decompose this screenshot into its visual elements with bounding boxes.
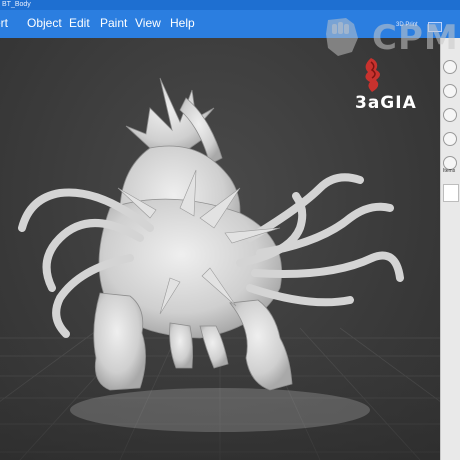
- panel-tool-button[interactable]: [443, 132, 457, 146]
- dragon-logo-icon: [365, 58, 380, 92]
- panel-tool-button[interactable]: [443, 60, 457, 74]
- menu-insert[interactable]: ert: [0, 15, 8, 31]
- model-reflection: [70, 388, 370, 432]
- tool-panel: Items: [440, 38, 460, 460]
- window-title: BT_Body: [2, 1, 31, 8]
- panel-tool-button[interactable]: [443, 84, 457, 98]
- menu-edit[interactable]: Edit: [69, 15, 90, 31]
- panel-label: Items: [443, 168, 456, 174]
- menu-paint[interactable]: Paint: [100, 15, 127, 31]
- brand-text: 3aGIA: [355, 93, 417, 113]
- panel-tool-button[interactable]: [443, 108, 457, 122]
- menu-help[interactable]: Help: [170, 15, 195, 31]
- item-thumbnail[interactable]: [443, 184, 459, 202]
- watermark-text: CPM: [372, 18, 459, 58]
- menu-view[interactable]: View: [135, 15, 161, 31]
- window-titlebar: BT_Body: [0, 0, 460, 10]
- menu-object[interactable]: Object: [27, 15, 62, 31]
